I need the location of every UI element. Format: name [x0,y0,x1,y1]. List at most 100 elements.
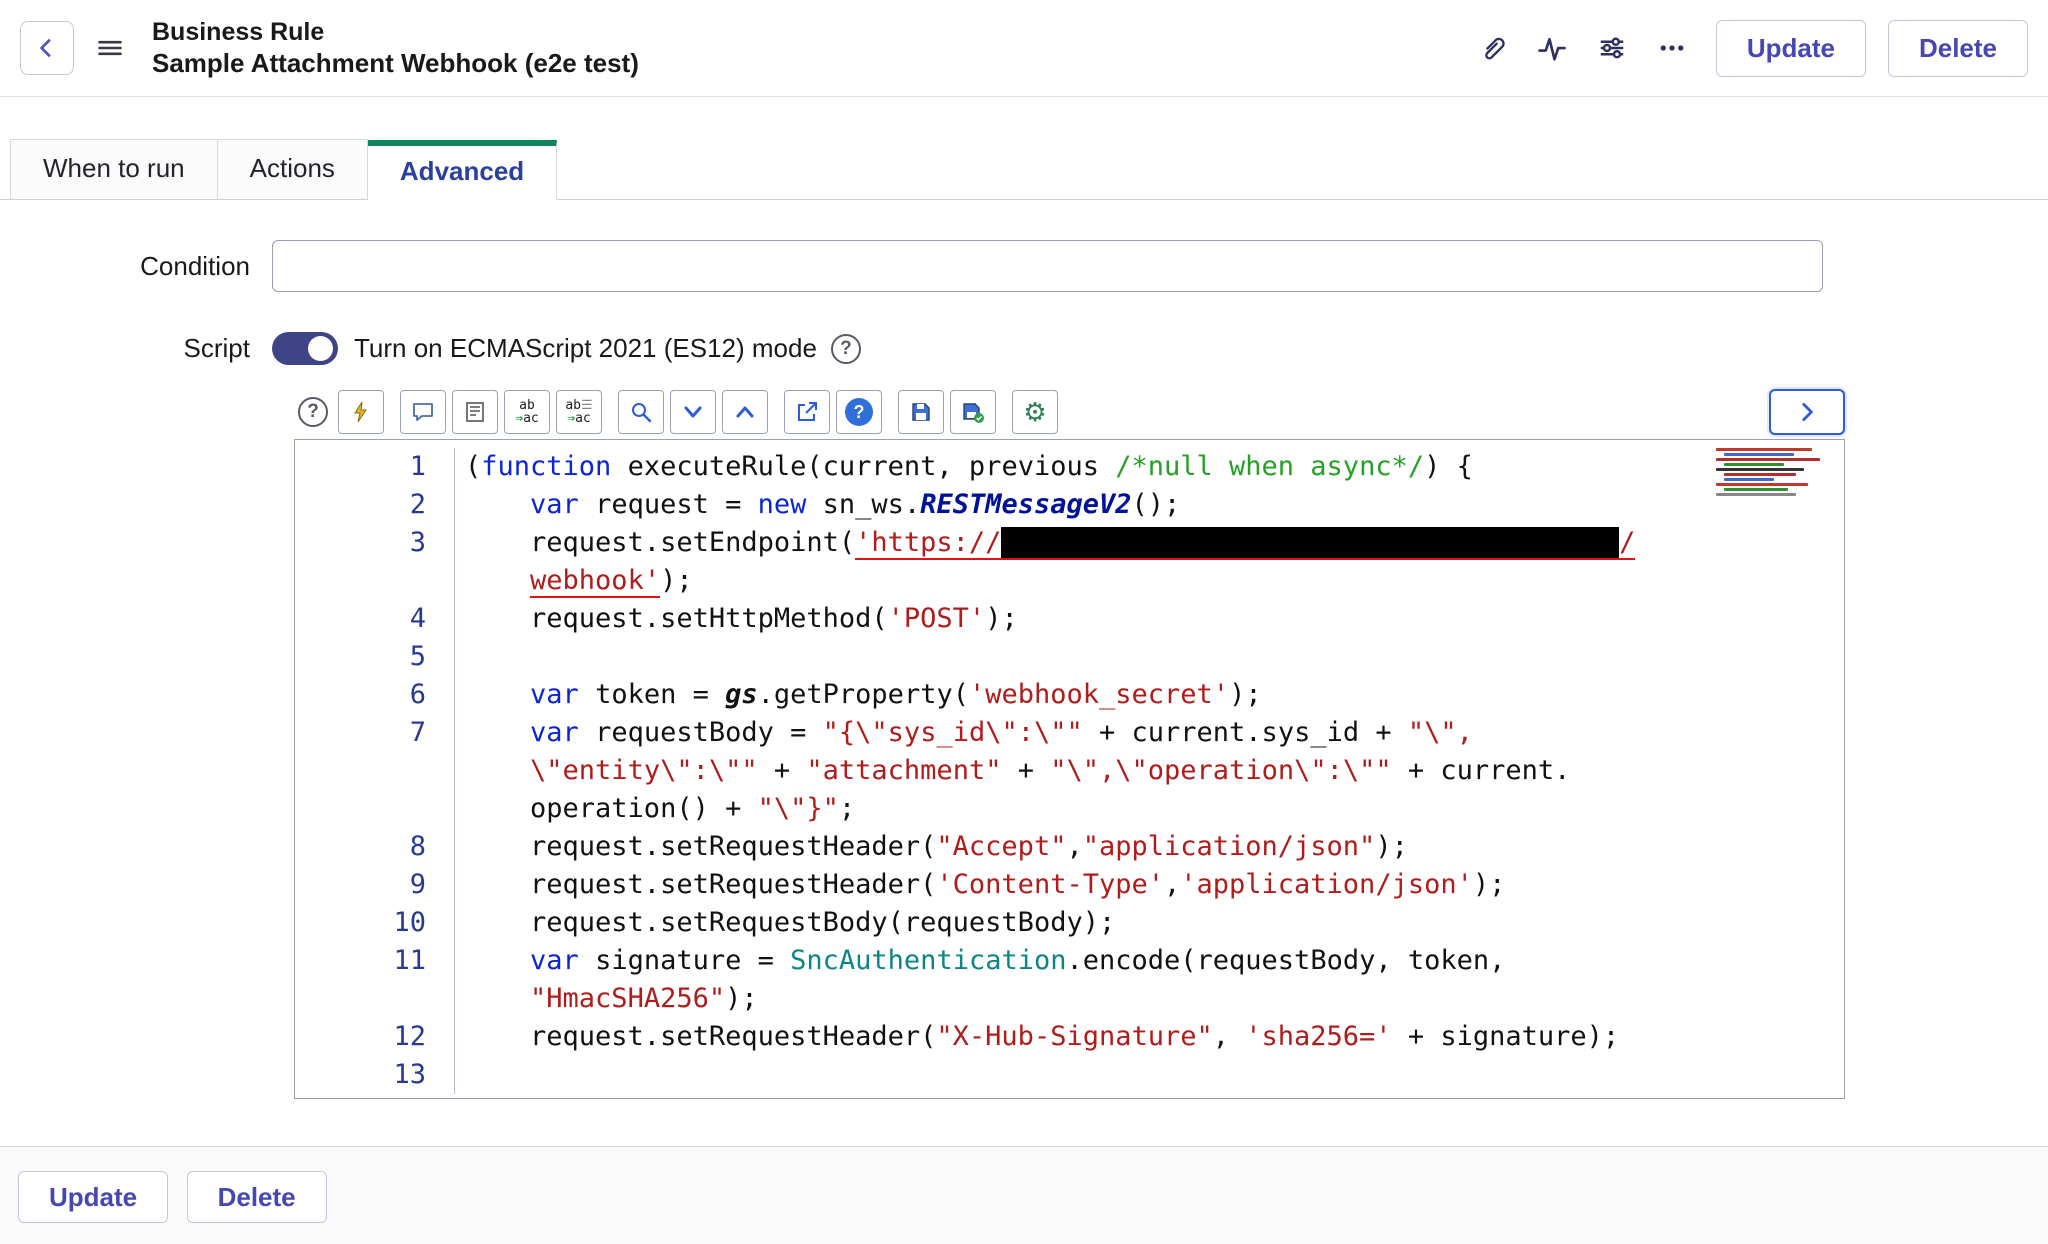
line-number: 1 [295,448,455,486]
line-number: 2 [295,486,455,524]
update-button[interactable]: Update [1716,20,1866,77]
chevron-down-icon [681,400,705,424]
code-row: 11 var signature = SncAuthentication.enc… [295,942,1844,980]
chevron-up-icon [733,400,757,424]
toggle-comment-button[interactable] [400,390,446,434]
page-title: Sample Attachment Webhook (e2e test) [152,48,639,79]
es2021-help-icon[interactable]: ? [831,334,861,364]
script-code-editor[interactable]: 1(function executeRule(current, previous… [294,439,1845,1099]
delete-button-footer[interactable]: Delete [187,1171,327,1223]
es2021-toggle[interactable] [272,332,338,365]
line-number: 3 [295,524,455,562]
paperclip-icon [1478,34,1506,62]
floppy-check-icon [961,400,985,424]
line-number: 9 [295,866,455,904]
pulse-icon [1537,33,1567,63]
code-row: 5 [295,638,1844,676]
tab-when-to-run[interactable]: When to run [10,139,218,199]
attachment-button[interactable] [1470,26,1514,70]
line-number: 7 [295,714,455,752]
condition-input[interactable] [272,240,1823,292]
record-title-block: Business Rule Sample Attachment Webhook … [152,17,639,79]
toggle-knob [308,336,333,361]
help-circle-icon: ? [845,398,873,426]
debug-button[interactable]: ⚙ [1012,390,1058,434]
footer-actions: Update Delete [0,1146,2048,1244]
save-button-toolbar[interactable] [898,390,944,434]
more-options-button[interactable] [1650,26,1694,70]
editor-help-button[interactable]: ? [294,393,332,431]
bug-gear-icon: ⚙ [1023,397,1046,428]
format-bolt-icon [349,400,373,424]
code-row: webhook'); [295,562,1844,600]
expand-editor-button[interactable] [1769,389,1845,435]
line-number [295,752,455,790]
external-link-icon [795,400,819,424]
script-row: Script Turn on ECMAScript 2021 (ES12) mo… [0,332,2048,365]
code-row: operation() + "\"}"; [295,790,1844,828]
code-row: 4 request.setHttpMethod('POST'); [295,600,1844,638]
line-number [295,562,455,600]
format-code-button[interactable] [338,390,384,434]
advanced-tab-panel: Condition Script Turn on ECMAScript 2021… [0,200,2048,1099]
code-row: 13 [295,1056,1844,1094]
personalize-button[interactable] [1590,26,1634,70]
header: Business Rule Sample Attachment Webhook … [0,0,2048,97]
update-button-footer[interactable]: Update [18,1171,168,1223]
document-icon [463,400,487,424]
find-next-button[interactable] [670,390,716,434]
code-row: 2 var request = new sn_ws.RESTMessageV2(… [295,486,1844,524]
script-label: Script [0,333,272,364]
record-tabs: When to run Actions Advanced [0,140,2048,200]
code-row: 9 request.setRequestHeader('Content-Type… [295,866,1844,904]
help-icon: ? [298,397,328,427]
code-row: 1(function executeRule(current, previous… [295,448,1844,486]
code-row: "HmacSHA256"); [295,980,1844,1018]
find-previous-button[interactable] [722,390,768,434]
condition-row: Condition [0,240,2048,292]
context-menu-icon[interactable] [96,34,124,62]
code-row: 10 request.setRequestBody(requestBody); [295,904,1844,942]
chevron-right-icon [1794,399,1820,425]
line-number: 4 [295,600,455,638]
activity-button[interactable] [1530,26,1574,70]
replace-icon: ab⇒ac [515,399,538,425]
comment-bubble-icon [411,400,435,424]
document-lines-button[interactable] [452,390,498,434]
chevron-left-icon [34,35,60,61]
record-type: Business Rule [152,17,639,48]
line-number [295,790,455,828]
replace-button[interactable]: ab⇒ac [504,390,550,434]
replace-all-icon: ab☰⇒ac [565,399,592,425]
ellipsis-icon [1657,33,1687,63]
line-number: 11 [295,942,455,980]
floppy-disk-icon [909,400,933,424]
line-number: 6 [295,676,455,714]
line-number: 10 [295,904,455,942]
line-number: 8 [295,828,455,866]
code-row: 12 request.setRequestHeader("X-Hub-Signa… [295,1018,1844,1056]
script-editor-toolbar: ? a [294,389,1845,435]
code-lines: 1(function executeRule(current, previous… [295,440,1844,1094]
code-row: \"entity\":\"" + "attachment" + "\",\"op… [295,752,1844,790]
code-row: 7 var requestBody = "{\"sys_id\":\"" + c… [295,714,1844,752]
sliders-icon [1597,33,1627,63]
delete-button[interactable]: Delete [1888,20,2028,77]
condition-label: Condition [0,251,272,282]
search-button[interactable] [618,390,664,434]
api-help-button[interactable]: ? [836,390,882,434]
search-icon [629,400,653,424]
code-row: 6 var token = gs.getProperty('webhook_se… [295,676,1844,714]
open-in-window-button[interactable] [784,390,830,434]
line-number [295,980,455,1018]
tab-actions[interactable]: Actions [218,139,368,199]
back-button[interactable] [20,21,74,75]
line-number: 12 [295,1018,455,1056]
code-row: 8 request.setRequestHeader("Accept","app… [295,828,1844,866]
replace-all-button[interactable]: ab☰⇒ac [556,390,602,434]
minimap [1716,448,1834,512]
tab-advanced[interactable]: Advanced [368,140,557,200]
page: Business Rule Sample Attachment Webhook … [0,0,2048,1244]
save-and-check-button[interactable] [950,390,996,434]
code-row: 3 request.setEndpoint('https:// / [295,524,1844,562]
